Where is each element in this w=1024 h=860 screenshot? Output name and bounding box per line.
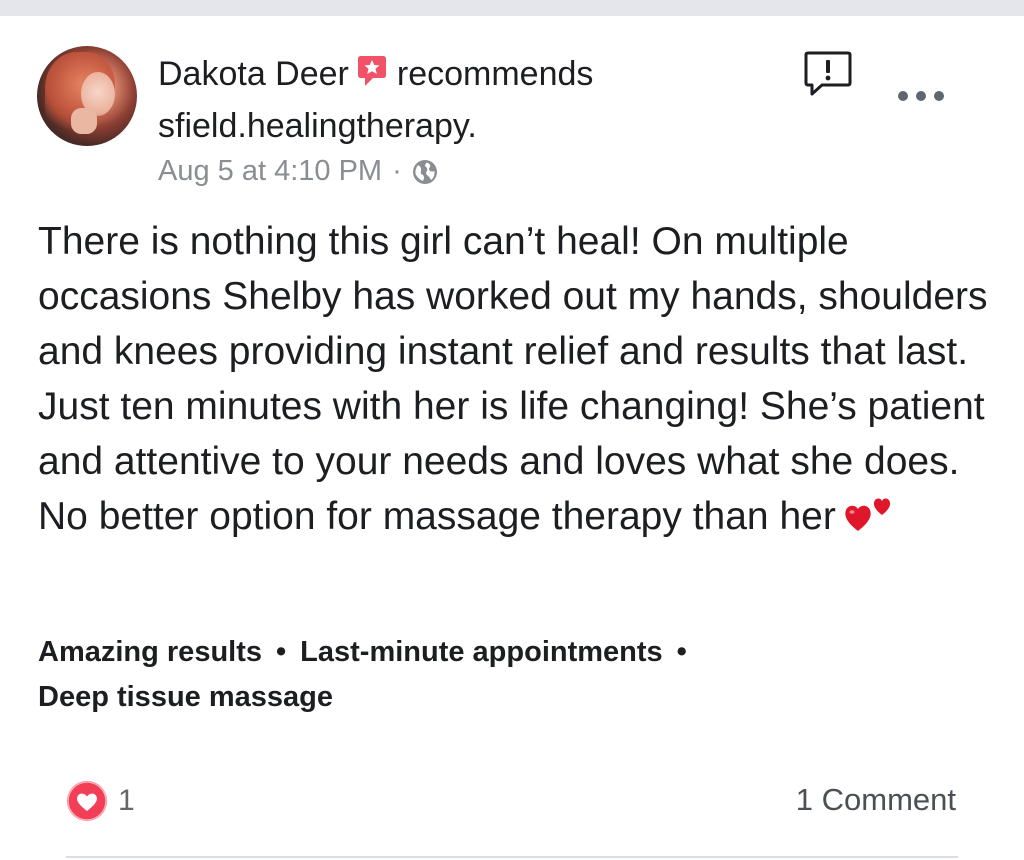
more-dot xyxy=(898,91,908,101)
more-dot xyxy=(934,91,944,101)
author-avatar[interactable] xyxy=(37,46,137,146)
tag-item[interactable]: Last-minute appointments xyxy=(300,636,663,668)
globe-icon xyxy=(412,158,438,184)
recommendation-tags: Amazing results • Last-minute appointments… xyxy=(38,630,998,720)
tag-item[interactable]: Amazing results xyxy=(38,636,262,668)
avatar-hand xyxy=(71,108,97,134)
page-name-link[interactable]: sfield.healingtherapy. xyxy=(158,106,477,146)
tag-item[interactable]: Deep tissue massage xyxy=(38,681,333,713)
two-hearts-emoji xyxy=(842,491,898,535)
top-divider-strip xyxy=(0,0,1024,16)
recommend-badge-icon xyxy=(357,55,387,86)
tag-separator: • xyxy=(276,636,287,668)
recommends-label: recommends xyxy=(396,55,594,93)
action-bar-divider xyxy=(66,856,958,858)
author-name[interactable]: Dakota Deer xyxy=(158,54,349,94)
meta-separator: · xyxy=(392,155,402,187)
comments-link[interactable]: 1 Comment xyxy=(796,782,956,818)
post-body: There is nothing this girl can’t heal! O… xyxy=(38,214,998,544)
reactions-summary[interactable]: 1 xyxy=(66,780,135,822)
post-meta: Aug 5 at 4:10 PM · xyxy=(158,153,438,189)
more-options-icon[interactable] xyxy=(898,86,944,106)
more-dot xyxy=(916,91,926,101)
reaction-count: 1 xyxy=(118,784,135,817)
report-icon[interactable] xyxy=(804,50,852,98)
post-timestamp[interactable]: Aug 5 at 4:10 PM xyxy=(158,153,382,189)
tag-separator: • xyxy=(676,636,687,668)
love-reaction-icon xyxy=(66,780,108,822)
post-header: Dakota Deer recommends xyxy=(158,54,593,94)
